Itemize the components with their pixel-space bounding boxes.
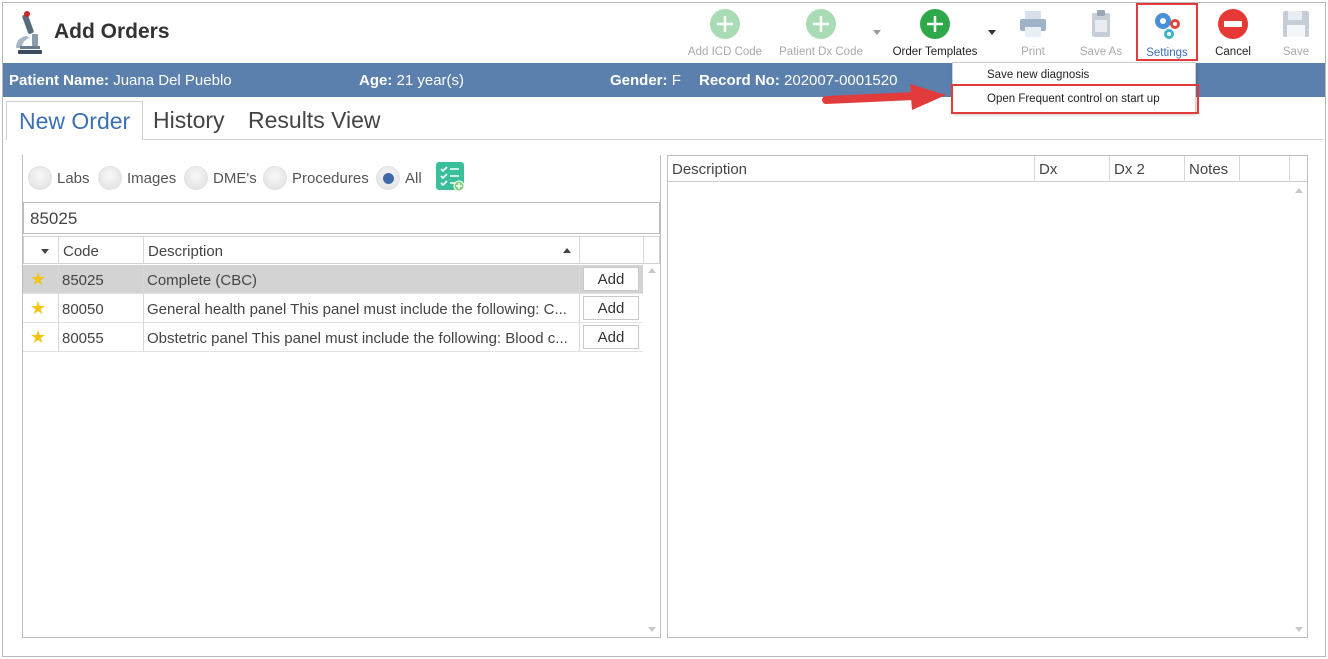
plus-circle-icon [920, 9, 950, 39]
scroll-up-icon[interactable] [648, 268, 656, 273]
column-description[interactable]: Description [668, 156, 1035, 182]
cell-divider [58, 294, 59, 323]
column-dx2[interactable]: Dx 2 [1110, 156, 1185, 182]
filter-label: Images [127, 169, 177, 187]
radio-icon [28, 166, 52, 190]
order-templates-label: Order Templates [892, 46, 978, 58]
patient-age: Age: 21 year(s) [359, 72, 465, 89]
microscope-icon [16, 11, 42, 54]
filter-procedures[interactable]: Procedures [263, 166, 369, 190]
filter-label: DME's [213, 169, 257, 187]
orders-grid-header: Code Description [23, 236, 660, 264]
floppy-disk-icon [1283, 11, 1309, 37]
save-label: Save [1282, 46, 1310, 58]
save-as-button[interactable]: Save As [1076, 4, 1126, 60]
chevron-down-icon [41, 249, 49, 254]
cell-divider [579, 265, 580, 294]
save-button[interactable]: Save [1274, 4, 1318, 60]
scroll-down-icon[interactable] [1295, 627, 1303, 632]
checklist-add-icon[interactable] [436, 162, 464, 192]
arrow-annotation-icon [822, 84, 946, 110]
cell-code: 80055 [62, 330, 104, 347]
plus-circle-icon [806, 9, 836, 39]
clipboard-icon [1092, 10, 1110, 37]
cell-description: Complete (CBC) [147, 272, 258, 289]
scroll-up-icon[interactable] [1295, 188, 1303, 193]
print-button[interactable]: Print [1012, 4, 1054, 60]
chevron-down-icon[interactable] [873, 30, 881, 35]
highlight-box [951, 84, 1199, 114]
column-description[interactable]: Description [144, 237, 580, 263]
add-button[interactable]: Add [583, 296, 639, 320]
selected-orders-panel: Description Dx Dx 2 Notes [667, 155, 1308, 638]
tab-new-order[interactable]: New Order [6, 101, 144, 140]
cell-divider [58, 265, 59, 294]
cell-divider [143, 294, 144, 323]
column-action [580, 237, 644, 263]
row-options-column[interactable] [24, 237, 59, 263]
radio-icon [184, 166, 208, 190]
radio-icon [98, 166, 122, 190]
search-input[interactable]: 85025 [23, 202, 660, 234]
column-extra [1240, 156, 1290, 182]
filter-all[interactable]: All [376, 166, 422, 190]
chevron-down-icon[interactable] [988, 30, 996, 35]
column-notes[interactable]: Notes [1185, 156, 1240, 182]
page-title: Add Orders [54, 20, 170, 43]
cell-divider [143, 323, 144, 352]
table-row[interactable]: ★ 80050 General health panel This panel … [23, 294, 643, 323]
cancel-label: Cancel [1215, 46, 1251, 58]
filter-images[interactable]: Images [98, 166, 176, 190]
patient-gender: Gender: F [610, 72, 681, 89]
star-icon[interactable]: ★ [30, 269, 46, 290]
order-templates-button[interactable]: Order Templates [888, 4, 982, 60]
cell-code: 85025 [62, 272, 104, 289]
patient-name: Patient Name: Juana Del Pueblo [9, 72, 232, 89]
patient-dx-code-label: Patient Dx Code [779, 46, 863, 58]
save-as-label: Save As [1079, 46, 1123, 58]
filter-label: All [405, 169, 422, 187]
no-entry-icon [1218, 9, 1248, 39]
patient-dx-code-button[interactable]: Patient Dx Code [776, 4, 866, 60]
cell-description: General health panel This panel must inc… [147, 301, 567, 318]
radio-selected-icon [376, 166, 400, 190]
scroll-down-icon[interactable] [648, 627, 656, 632]
table-row[interactable]: ★ 80055 Obstetric panel This panel must … [23, 323, 643, 352]
star-icon[interactable]: ★ [30, 298, 46, 319]
column-code[interactable]: Code [59, 237, 144, 263]
plus-circle-icon [710, 9, 740, 39]
add-button[interactable]: Add [583, 267, 639, 291]
cancel-button[interactable]: Cancel [1208, 4, 1258, 60]
filter-labs[interactable]: Labs [28, 166, 90, 190]
cell-divider [143, 265, 144, 294]
filter-label: Procedures [292, 169, 369, 187]
add-icd-code-label: Add ICD Code [687, 46, 763, 58]
add-icd-code-button[interactable]: Add ICD Code [684, 4, 766, 60]
settings-label: Settings [1146, 47, 1188, 59]
filter-dmes[interactable]: DME's [184, 166, 257, 190]
cell-description: Obstetric panel This panel must include … [147, 330, 568, 347]
star-icon[interactable]: ★ [30, 327, 46, 348]
column-description-label: Description [148, 243, 224, 260]
radio-icon [263, 166, 287, 190]
cell-code: 80050 [62, 301, 104, 318]
cell-divider [579, 294, 580, 323]
cell-divider [579, 323, 580, 352]
sort-up-icon [563, 248, 571, 253]
add-button[interactable]: Add [583, 325, 639, 349]
cell-divider [58, 323, 59, 352]
tab-results-view[interactable]: Results View [236, 101, 393, 140]
selected-grid-header: Description Dx Dx 2 Notes [668, 156, 1307, 182]
print-label: Print [1021, 46, 1045, 58]
gear-icon [1155, 13, 1180, 39]
settings-button[interactable]: Settings [1136, 3, 1198, 61]
tab-history[interactable]: History [141, 101, 237, 140]
table-row[interactable]: ★ 85025 Complete (CBC) Add [23, 265, 643, 294]
printer-icon [1020, 11, 1046, 37]
column-dx[interactable]: Dx [1035, 156, 1110, 182]
menu-item-save-new-diagnosis[interactable]: Save new diagnosis [987, 69, 1089, 81]
filter-label: Labs [57, 169, 90, 187]
